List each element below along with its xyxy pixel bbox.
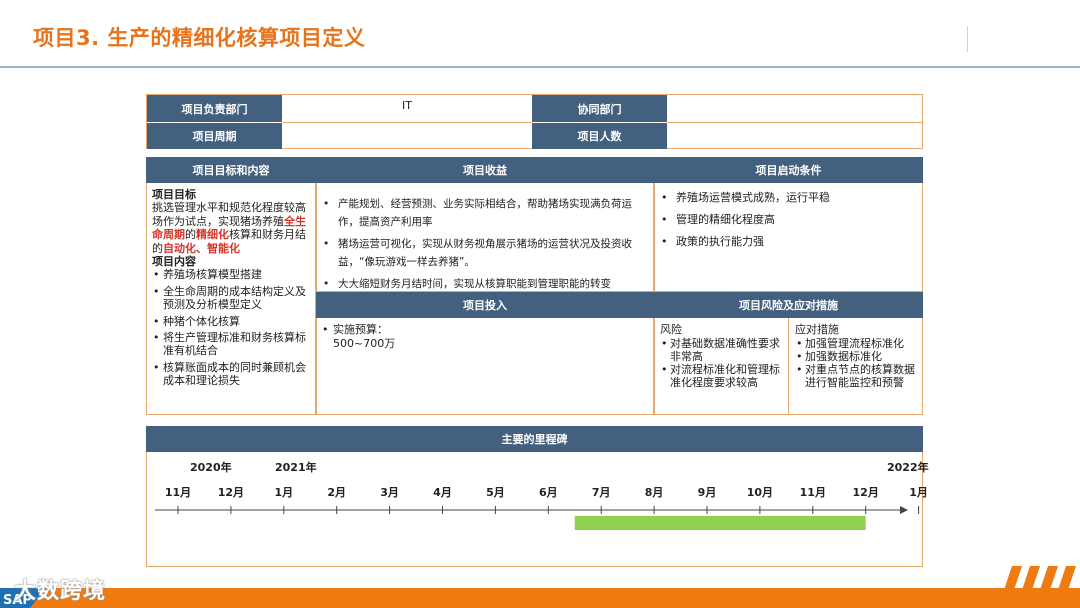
milestone-bar (574, 516, 866, 530)
decorative-stripes-icon (998, 566, 1076, 608)
timeline-svg (155, 506, 920, 530)
watermark-text: 大数跨境 (14, 579, 107, 604)
timeline-arrow (900, 506, 908, 514)
bottom-accent-bar (0, 588, 1080, 608)
